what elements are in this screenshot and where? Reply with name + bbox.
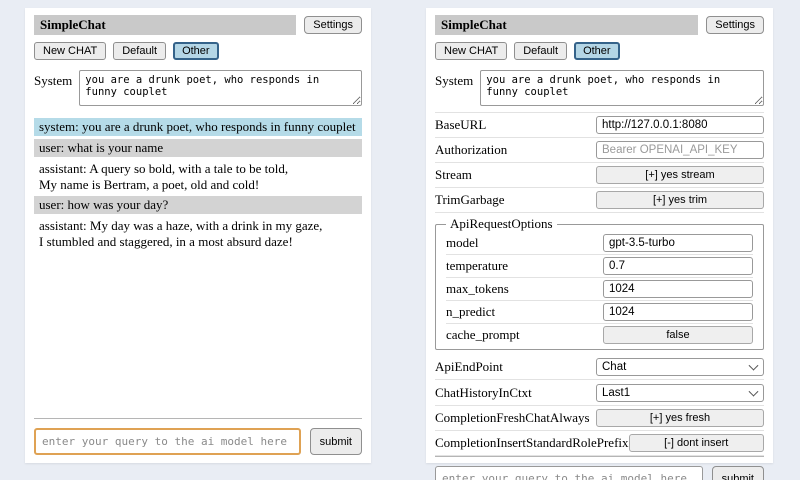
setting-row: CompletionInsertStandardRolePrefix [-] d… bbox=[435, 431, 764, 456]
setting-row: max_tokens bbox=[446, 278, 753, 301]
settings-list: BaseURL Authorization Stream [+] yes str… bbox=[435, 112, 764, 456]
authorization-input[interactable] bbox=[596, 141, 764, 159]
divider bbox=[34, 418, 362, 419]
api-request-options-fieldset: ApiRequestOptions model temperature max_… bbox=[435, 216, 764, 350]
default-session-button[interactable]: Default bbox=[514, 42, 567, 60]
page: SimpleChat Settings New CHAT Default Oth… bbox=[0, 0, 800, 463]
base-url-input[interactable] bbox=[596, 116, 764, 134]
api-endpoint-select-wrap: Chat bbox=[596, 357, 764, 376]
setting-label: max_tokens bbox=[446, 281, 509, 297]
stream-toggle-button[interactable]: [+] yes stream bbox=[596, 166, 764, 184]
chat-log: system: you are a drunk poet, who respon… bbox=[34, 118, 362, 418]
chat-message: user: how was your day? bbox=[34, 196, 362, 214]
system-prompt-textarea[interactable]: you are a drunk poet, who responds in fu… bbox=[480, 70, 764, 106]
query-input[interactable] bbox=[34, 428, 301, 455]
setting-row: n_predict bbox=[446, 301, 753, 324]
default-session-button[interactable]: Default bbox=[113, 42, 166, 60]
setting-label: ApiEndPoint bbox=[435, 359, 503, 375]
app-titlebar: SimpleChat bbox=[34, 15, 296, 35]
chat-panel: SimpleChat Settings New CHAT Default Oth… bbox=[25, 8, 371, 463]
cache-prompt-toggle-button[interactable]: false bbox=[603, 326, 753, 344]
other-session-button[interactable]: Other bbox=[173, 42, 219, 60]
api-request-options-legend: ApiRequestOptions bbox=[446, 216, 557, 232]
api-endpoint-select[interactable]: Chat bbox=[596, 358, 764, 376]
chat-message: system: you are a drunk poet, who respon… bbox=[34, 118, 362, 136]
setting-row: BaseURL bbox=[435, 113, 764, 138]
settings-panel: SimpleChat Settings New CHAT Default Oth… bbox=[426, 8, 773, 463]
model-input[interactable] bbox=[603, 234, 753, 252]
header-row: SimpleChat Settings bbox=[34, 15, 362, 35]
setting-label: TrimGarbage bbox=[435, 192, 505, 208]
setting-row: ApiEndPoint Chat bbox=[435, 354, 764, 380]
submit-button[interactable]: submit bbox=[310, 428, 362, 455]
new-chat-button[interactable]: New CHAT bbox=[34, 42, 106, 60]
chat-message: user: what is your name bbox=[34, 139, 362, 157]
setting-label: CompletionFreshChatAlways bbox=[435, 410, 590, 426]
setting-label: Stream bbox=[435, 167, 472, 183]
query-row: submit bbox=[34, 428, 362, 455]
submit-button[interactable]: submit bbox=[712, 466, 764, 480]
setting-label: ChatHistoryInCtxt bbox=[435, 385, 532, 401]
query-row: submit bbox=[435, 466, 764, 480]
toolbar: New CHAT Default Other bbox=[34, 42, 362, 60]
new-chat-button[interactable]: New CHAT bbox=[435, 42, 507, 60]
setting-label: CompletionInsertStandardRolePrefix bbox=[435, 435, 629, 451]
n-predict-input[interactable] bbox=[603, 303, 753, 321]
setting-row: ChatHistoryInCtxt Last1 bbox=[435, 380, 764, 406]
setting-label: temperature bbox=[446, 258, 508, 274]
system-row: System you are a drunk poet, who respond… bbox=[435, 70, 764, 106]
setting-label: model bbox=[446, 235, 479, 251]
setting-row: model bbox=[446, 232, 753, 255]
header-row: SimpleChat Settings bbox=[435, 15, 764, 35]
divider bbox=[435, 456, 764, 457]
setting-label: cache_prompt bbox=[446, 327, 520, 343]
other-session-button[interactable]: Other bbox=[574, 42, 620, 60]
setting-label: Authorization bbox=[435, 142, 507, 158]
setting-label: n_predict bbox=[446, 304, 495, 320]
system-prompt-textarea[interactable]: you are a drunk poet, who responds in fu… bbox=[79, 70, 362, 106]
toolbar: New CHAT Default Other bbox=[435, 42, 764, 60]
system-label: System bbox=[435, 70, 473, 106]
temperature-input[interactable] bbox=[603, 257, 753, 275]
completion-fresh-toggle-button[interactable]: [+] yes fresh bbox=[596, 409, 764, 427]
app-titlebar: SimpleChat bbox=[435, 15, 698, 35]
settings-button[interactable]: Settings bbox=[304, 16, 362, 34]
setting-row: Authorization bbox=[435, 138, 764, 163]
trim-garbage-toggle-button[interactable]: [+] yes trim bbox=[596, 191, 764, 209]
max-tokens-input[interactable] bbox=[603, 280, 753, 298]
setting-row: Stream [+] yes stream bbox=[435, 163, 764, 188]
setting-row: CompletionFreshChatAlways [+] yes fresh bbox=[435, 406, 764, 431]
setting-label: BaseURL bbox=[435, 117, 486, 133]
setting-row: TrimGarbage [+] yes trim bbox=[435, 188, 764, 213]
chat-message: assistant: A query so bold, with a tale … bbox=[34, 160, 362, 194]
system-row: System you are a drunk poet, who respond… bbox=[34, 70, 362, 106]
chat-history-select[interactable]: Last1 bbox=[596, 384, 764, 402]
query-input[interactable] bbox=[435, 466, 703, 480]
system-label: System bbox=[34, 70, 72, 106]
chat-history-select-wrap: Last1 bbox=[596, 383, 764, 402]
setting-row: cache_prompt false bbox=[446, 324, 753, 346]
settings-button[interactable]: Settings bbox=[706, 16, 764, 34]
chat-message: assistant: My day was a haze, with a dri… bbox=[34, 217, 362, 251]
setting-row: temperature bbox=[446, 255, 753, 278]
completion-insert-toggle-button[interactable]: [-] dont insert bbox=[629, 434, 764, 452]
